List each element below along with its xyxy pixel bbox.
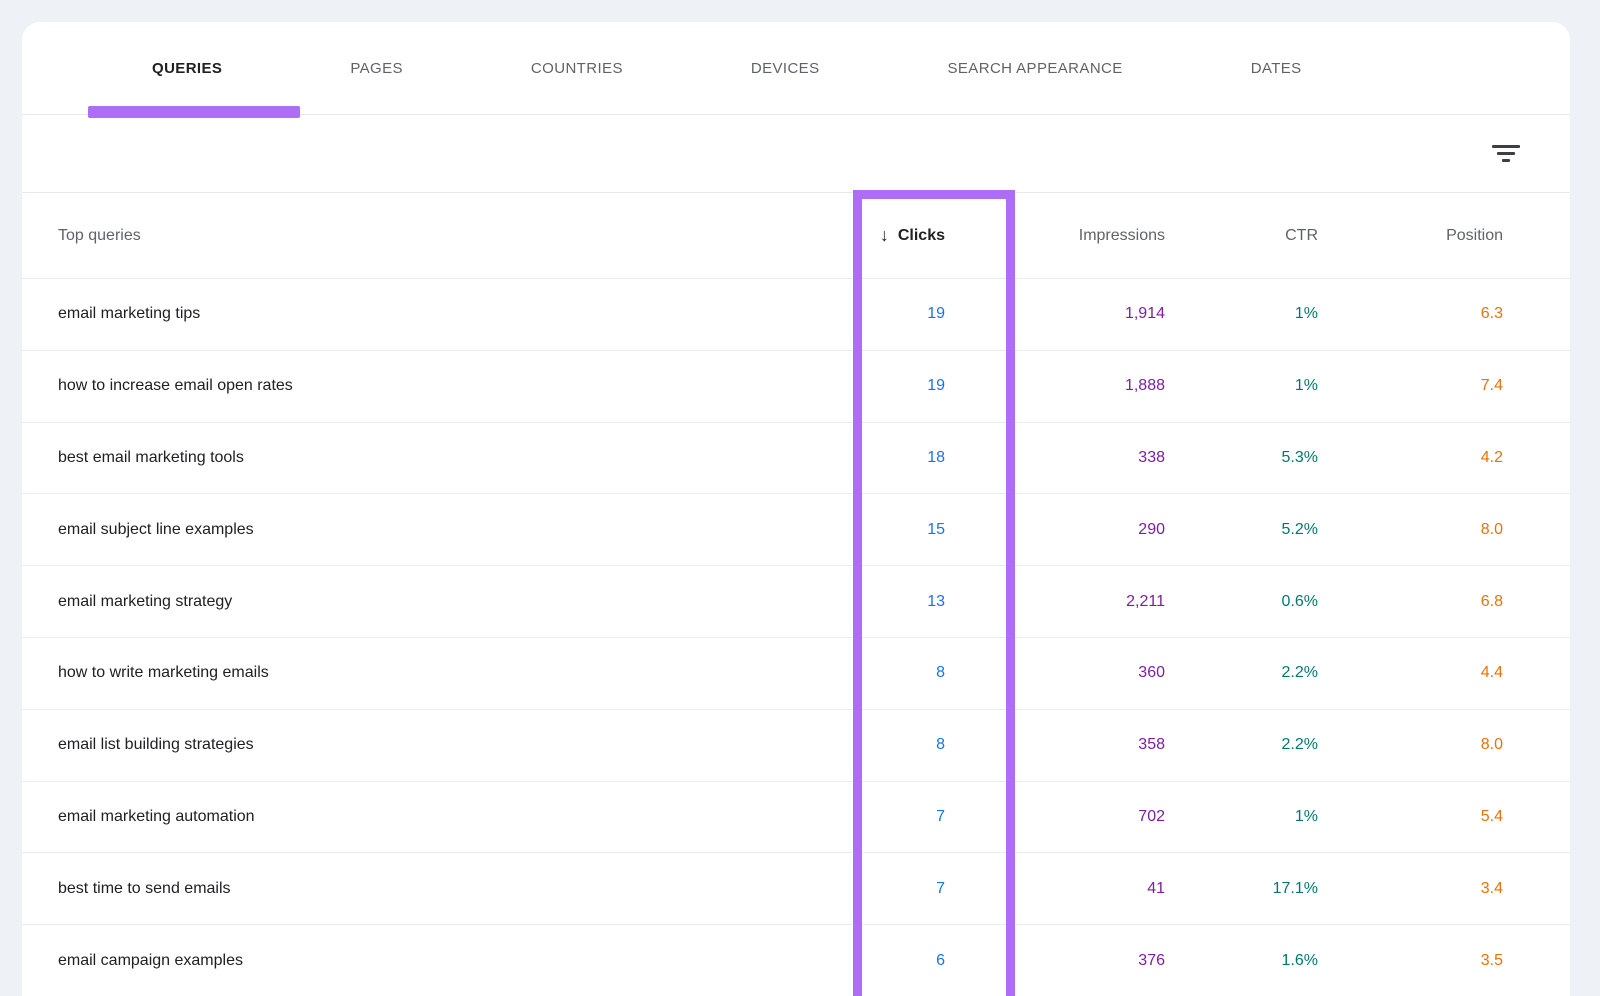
ctr-cell: 1% [1180, 808, 1333, 826]
column-header-clicks[interactable]: ↓ Clicks [853, 225, 1015, 246]
query-cell: email subject line examples [22, 521, 853, 539]
tab-pages[interactable]: PAGES [286, 22, 467, 115]
table-row[interactable]: email marketing strategy 13 2,211 0.6% 6… [22, 565, 1570, 637]
table-row[interactable]: email marketing tips 19 1,914 1% 6.3 [22, 278, 1570, 350]
table-row[interactable]: best time to send emails 7 41 17.1% 3.4 [22, 852, 1570, 924]
ctr-cell: 2.2% [1180, 736, 1333, 754]
table-row[interactable]: email marketing automation 7 702 1% 5.4 [22, 781, 1570, 853]
tab-countries[interactable]: COUNTRIES [467, 22, 687, 115]
ctr-cell: 1% [1180, 305, 1333, 323]
position-cell: 4.4 [1333, 664, 1570, 682]
clicks-cell: 8 [853, 664, 1015, 682]
ctr-cell: 0.6% [1180, 593, 1333, 611]
query-cell: best time to send emails [22, 880, 853, 898]
clicks-cell: 8 [853, 736, 1015, 754]
impressions-cell: 358 [1015, 736, 1180, 754]
sort-descending-icon: ↓ [880, 225, 889, 246]
query-cell: email marketing tips [22, 305, 853, 323]
table-header-row: Top queries ↓ Clicks Impressions CTR Pos… [22, 193, 1570, 278]
position-cell: 7.4 [1333, 377, 1570, 395]
table-row[interactable]: best email marketing tools 18 338 5.3% 4… [22, 422, 1570, 494]
report-tab-bar: QUERIES PAGES COUNTRIES DEVICES SEARCH A… [22, 22, 1570, 115]
column-header-clicks-label: Clicks [898, 227, 945, 245]
column-header-position[interactable]: Position [1333, 227, 1570, 245]
ctr-cell: 17.1% [1180, 880, 1333, 898]
impressions-cell: 1,888 [1015, 377, 1180, 395]
tab-devices[interactable]: DEVICES [687, 22, 884, 115]
position-cell: 8.0 [1333, 521, 1570, 539]
impressions-cell: 376 [1015, 952, 1180, 970]
table-toolbar [22, 115, 1570, 193]
impressions-cell: 360 [1015, 664, 1180, 682]
clicks-cell: 19 [853, 377, 1015, 395]
position-cell: 5.4 [1333, 808, 1570, 826]
clicks-cell: 13 [853, 593, 1015, 611]
impressions-cell: 702 [1015, 808, 1180, 826]
filter-button[interactable] [1486, 134, 1526, 174]
query-cell: how to increase email open rates [22, 377, 853, 395]
tab-search-appearance[interactable]: SEARCH APPEARANCE [884, 22, 1187, 115]
position-cell: 3.5 [1333, 952, 1570, 970]
impressions-cell: 1,914 [1015, 305, 1180, 323]
position-cell: 8.0 [1333, 736, 1570, 754]
clicks-cell: 6 [853, 952, 1015, 970]
ctr-cell: 1% [1180, 377, 1333, 395]
clicks-cell: 7 [853, 880, 1015, 898]
position-cell: 6.8 [1333, 593, 1570, 611]
query-cell: email campaign examples [22, 952, 853, 970]
clicks-cell: 7 [853, 808, 1015, 826]
ctr-cell: 2.2% [1180, 664, 1333, 682]
query-cell: how to write marketing emails [22, 664, 853, 682]
query-cell: email marketing automation [22, 808, 853, 826]
impressions-cell: 290 [1015, 521, 1180, 539]
table-row[interactable]: how to increase email open rates 19 1,88… [22, 350, 1570, 422]
query-cell: email marketing strategy [22, 593, 853, 611]
query-cell: best email marketing tools [22, 449, 853, 467]
position-cell: 3.4 [1333, 880, 1570, 898]
clicks-cell: 19 [853, 305, 1015, 323]
performance-report-card: QUERIES PAGES COUNTRIES DEVICES SEARCH A… [22, 22, 1570, 996]
filter-icon [1492, 145, 1520, 162]
clicks-cell: 18 [853, 449, 1015, 467]
impressions-cell: 338 [1015, 449, 1180, 467]
table-row[interactable]: email campaign examples 6 376 1.6% 3.5 [22, 924, 1570, 996]
table-row[interactable]: email subject line examples 15 290 5.2% … [22, 493, 1570, 565]
position-cell: 4.2 [1333, 449, 1570, 467]
table-row[interactable]: email list building strategies 8 358 2.2… [22, 709, 1570, 781]
column-header-ctr[interactable]: CTR [1180, 227, 1333, 245]
impressions-cell: 2,211 [1015, 593, 1180, 611]
column-header-impressions[interactable]: Impressions [1015, 227, 1180, 245]
clicks-cell: 15 [853, 521, 1015, 539]
active-tab-indicator [88, 106, 300, 118]
ctr-cell: 1.6% [1180, 952, 1333, 970]
tab-queries[interactable]: QUERIES [88, 22, 286, 115]
table-row[interactable]: how to write marketing emails 8 360 2.2%… [22, 637, 1570, 709]
column-header-top-queries[interactable]: Top queries [22, 227, 853, 245]
impressions-cell: 41 [1015, 880, 1180, 898]
ctr-cell: 5.2% [1180, 521, 1333, 539]
query-cell: email list building strategies [22, 736, 853, 754]
tab-dates[interactable]: DATES [1187, 22, 1366, 115]
position-cell: 6.3 [1333, 305, 1570, 323]
ctr-cell: 5.3% [1180, 449, 1333, 467]
